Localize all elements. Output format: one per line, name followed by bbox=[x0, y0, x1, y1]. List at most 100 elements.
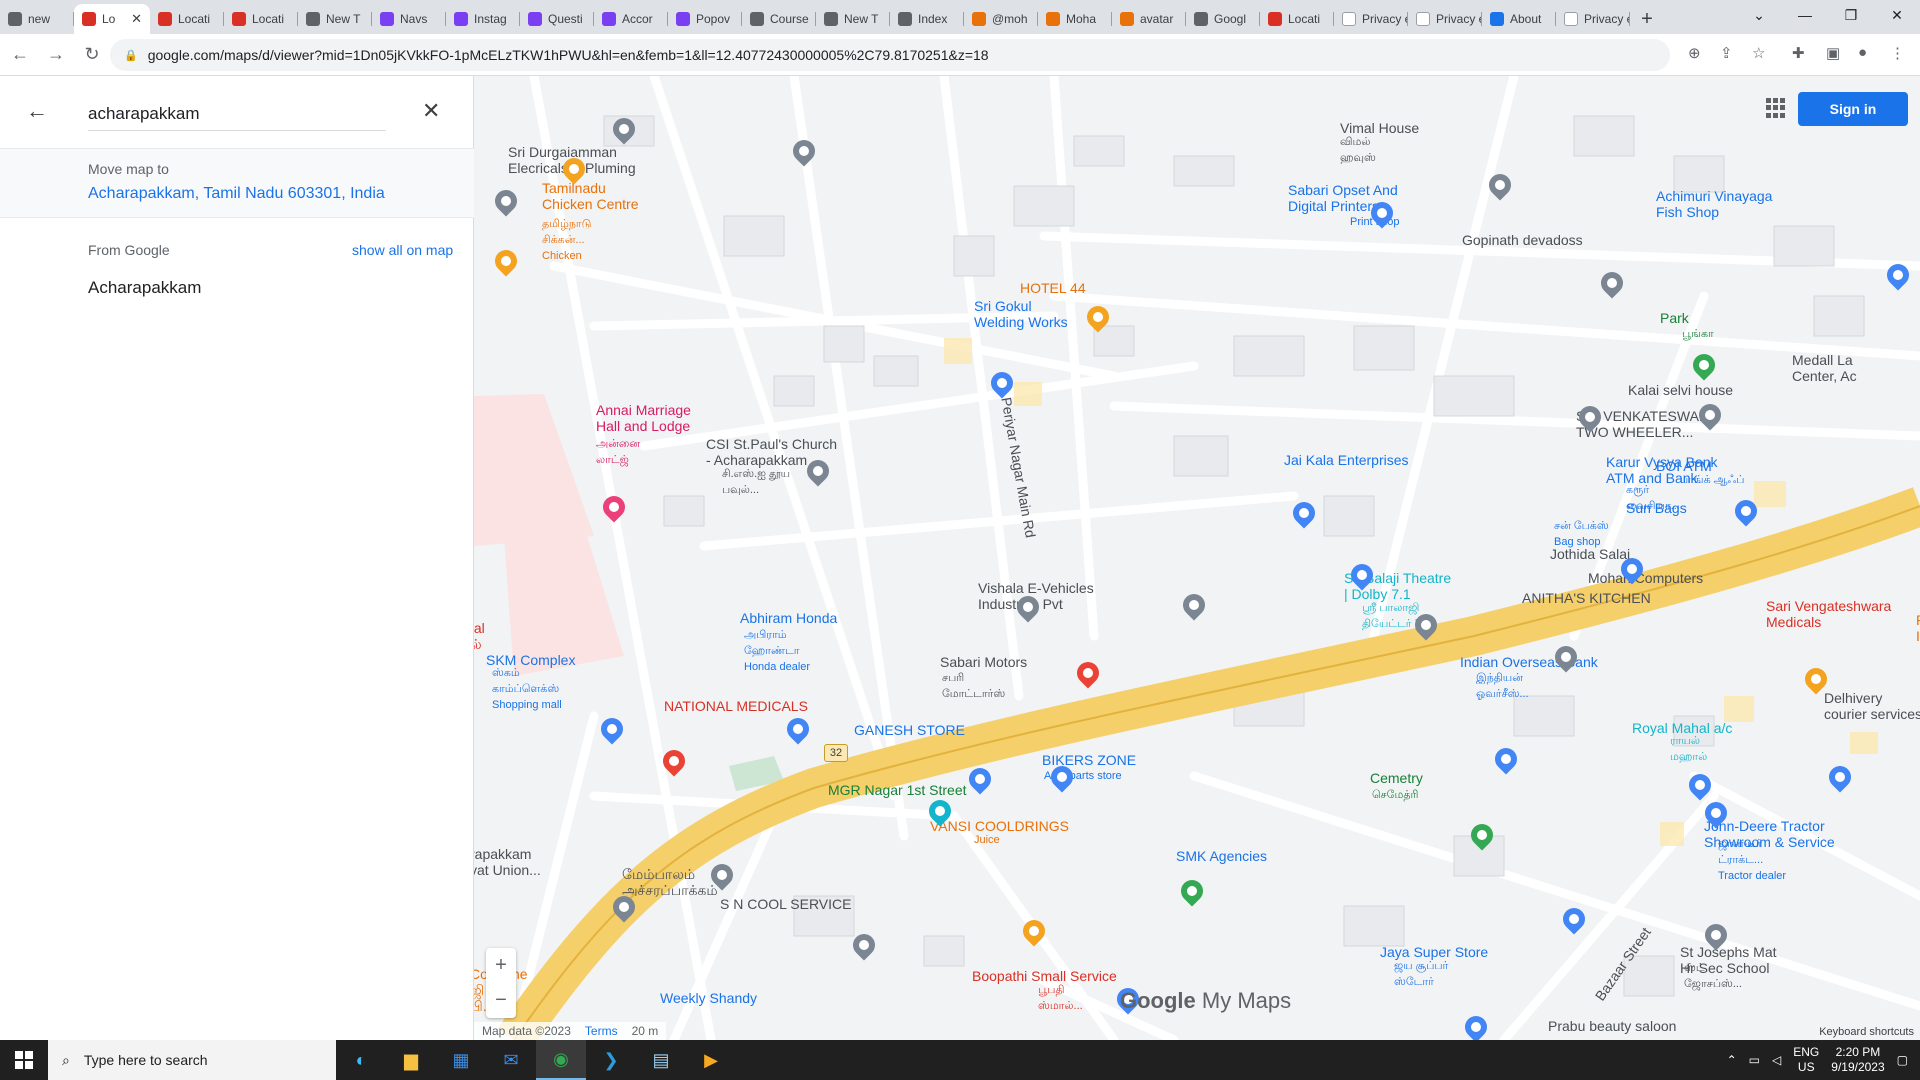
map-place-label[interactable]: ஸ்ட் ஜோசப்ஸ்... bbox=[1684, 960, 1742, 992]
edge-icon[interactable]: ◐ bbox=[336, 1040, 386, 1080]
map-place-label[interactable]: NATIONAL MEDICALS bbox=[664, 698, 808, 714]
taskbar-search-input[interactable]: ⌕ Type here to search bbox=[48, 1040, 336, 1080]
url-text[interactable]: google.com/maps/d/viewer?mid=1Dn05jKVkkF… bbox=[148, 47, 989, 63]
map-canvas[interactable]: Sri Durgaiamman Elecricals & PlumingTami… bbox=[474, 76, 1920, 1040]
browser-tab[interactable]: Accor bbox=[594, 4, 668, 34]
minimize-button[interactable]: — bbox=[1782, 0, 1828, 30]
map-place-label[interactable]: Prabu beauty saloon bbox=[1548, 1018, 1676, 1034]
taskbar-clock[interactable]: 2:20 PM 9/19/2023 bbox=[1831, 1045, 1884, 1075]
browser-tab[interactable]: Questi bbox=[520, 4, 594, 34]
chrome-icon[interactable]: ◉ bbox=[536, 1040, 586, 1080]
tray-chevron-icon[interactable]: ⌃ bbox=[1727, 1053, 1737, 1067]
map-place-label[interactable]: செமேத்ரி bbox=[1372, 787, 1418, 803]
back-arrow-icon[interactable]: ← bbox=[26, 98, 48, 124]
bookmark-star-icon[interactable]: ☆ bbox=[1752, 44, 1765, 62]
keyboard-shortcuts-link[interactable]: Keyboard shortcuts bbox=[1819, 1026, 1914, 1038]
menu-icon[interactable]: ⋮ bbox=[1890, 44, 1905, 62]
map-place-label[interactable]: rapakkam vat Union... bbox=[474, 846, 541, 878]
map-place-label[interactable]: மேம்பாலம் அச்சரப்பாக்கம் bbox=[622, 866, 718, 898]
map-place-label[interactable]: Weekly Shandy bbox=[660, 990, 757, 1006]
map-place-label[interactable]: Sabari Motors bbox=[940, 654, 1027, 670]
apps-grid-icon[interactable] bbox=[1766, 98, 1786, 118]
language-indicator[interactable]: ENG US bbox=[1793, 1045, 1819, 1075]
browser-tab[interactable]: New T bbox=[298, 4, 372, 34]
file-explorer-icon[interactable]: ▆ bbox=[386, 1040, 436, 1080]
browser-tab[interactable]: Course bbox=[742, 4, 816, 34]
browser-tab[interactable]: Popov bbox=[668, 4, 742, 34]
browser-tab[interactable]: Lo ✕ bbox=[74, 4, 150, 34]
store-icon[interactable]: ▦ bbox=[436, 1040, 486, 1080]
browser-tab[interactable]: Privacy err bbox=[1556, 4, 1630, 34]
map-place-label[interactable]: Abhiram Honda bbox=[740, 610, 837, 626]
tab-close-icon[interactable]: ✕ bbox=[131, 11, 142, 27]
map-place-label[interactable]: Achimuri Vinayaga Fish Shop bbox=[1656, 188, 1772, 220]
map-place-label[interactable]: Delhivery courier services bbox=[1824, 690, 1920, 722]
reload-icon[interactable]: ↻ bbox=[76, 39, 108, 71]
sign-in-button[interactable]: Sign in bbox=[1798, 92, 1908, 126]
map-place-label[interactable]: சி.எஸ்.ஐ தூய பவுல்... bbox=[722, 466, 790, 498]
map-place-label[interactable]: Jai Kala Enterprises bbox=[1284, 452, 1409, 468]
move-map-box[interactable]: Move map to Acharapakkam, Tamil Nadu 603… bbox=[0, 148, 474, 218]
map-place-label[interactable]: Park bbox=[1660, 310, 1689, 326]
search-input[interactable]: acharapakkam bbox=[88, 104, 386, 131]
map-place-label[interactable]: Mohan Computers bbox=[1588, 570, 1703, 586]
browser-tab[interactable]: new bbox=[0, 4, 74, 34]
browser-tab[interactable]: Instag bbox=[446, 4, 520, 34]
map-place-label[interactable]: Sri Gokul Welding Works bbox=[974, 298, 1068, 330]
browser-tab[interactable]: Privacy err bbox=[1408, 4, 1482, 34]
windows-start-icon[interactable] bbox=[0, 1040, 48, 1080]
map-place-label[interactable]: தமிழ்நாடு சிக்கன்... Chicken bbox=[542, 216, 591, 264]
media-player-icon[interactable]: ▶ bbox=[686, 1040, 736, 1080]
map-place-label[interactable]: Cemetry bbox=[1370, 770, 1423, 786]
map-place-label[interactable]: ராயல் மஹால் bbox=[1670, 733, 1707, 765]
browser-tab[interactable]: Privacy err bbox=[1334, 4, 1408, 34]
browser-tab[interactable]: About bbox=[1482, 4, 1556, 34]
browser-tab[interactable]: Locati bbox=[224, 4, 298, 34]
browser-tab[interactable]: Locati bbox=[150, 4, 224, 34]
browser-tab[interactable]: Index bbox=[890, 4, 964, 34]
map-place-label[interactable]: Kalai selvi house bbox=[1628, 382, 1733, 398]
map-place-label[interactable]: ஜய சூப்பர் ஸ்டோர் bbox=[1394, 958, 1448, 990]
back-icon[interactable]: ← bbox=[4, 39, 36, 71]
map-place-label[interactable]: Sari Vengateshwara Medicals bbox=[1766, 598, 1891, 630]
forward-icon[interactable]: → bbox=[40, 39, 72, 71]
volume-icon[interactable]: ◁ bbox=[1772, 1053, 1781, 1067]
network-icon[interactable]: ▭ bbox=[1749, 1053, 1760, 1067]
side-panel-icon[interactable]: ▣ bbox=[1826, 44, 1840, 62]
browser-tab[interactable]: Navs bbox=[372, 4, 446, 34]
browser-tab[interactable]: Googl bbox=[1186, 4, 1260, 34]
map-place-label[interactable]: அபிராம் ஹோண்டா Honda dealer bbox=[744, 627, 810, 675]
map-place-label[interactable]: இந்தியன் ஓவர்சீஸ்... bbox=[1476, 670, 1529, 702]
map-place-label[interactable]: HOTEL 44 bbox=[1020, 280, 1086, 296]
mail-icon[interactable]: ✉ bbox=[486, 1040, 536, 1080]
map-place-label[interactable]: Jothida Salai bbox=[1550, 546, 1630, 562]
vscode-icon[interactable]: ❯ bbox=[586, 1040, 636, 1080]
map-place-label[interactable]: Juice bbox=[974, 832, 1000, 848]
map-place-label[interactable]: சபரி மோட்டார்ஸ் bbox=[942, 670, 1005, 702]
map-place-label[interactable]: Gopinath devadoss bbox=[1462, 232, 1583, 248]
map-place-label[interactable]: பூங்கா bbox=[1682, 326, 1714, 342]
new-tab-button[interactable]: + bbox=[1630, 4, 1664, 34]
map-place-label[interactable]: GANESH STORE bbox=[854, 722, 965, 738]
zoom-in-button[interactable]: + bbox=[495, 954, 507, 977]
terms-link[interactable]: Terms bbox=[585, 1024, 618, 1038]
map-place-label[interactable]: Sun Bags bbox=[1626, 500, 1687, 516]
map-place-label[interactable]: Medall La Center, Ac bbox=[1792, 352, 1857, 384]
extensions-icon[interactable]: ✚ bbox=[1792, 44, 1805, 62]
tab-search-button[interactable]: ⌄ bbox=[1736, 0, 1782, 30]
move-map-link[interactable]: Acharapakkam, Tamil Nadu 603301, India bbox=[88, 185, 385, 203]
map-place-label[interactable]: Annai Marriage Hall and Lodge bbox=[596, 402, 691, 434]
show-all-link[interactable]: show all on map bbox=[352, 242, 453, 258]
maximize-button[interactable]: ❐ bbox=[1828, 0, 1874, 30]
map-place-label[interactable]: tal ல் bbox=[474, 620, 485, 652]
notifications-icon[interactable]: ▢ bbox=[1897, 1053, 1908, 1067]
browser-tab[interactable]: avatar bbox=[1112, 4, 1186, 34]
browser-tab[interactable]: New T bbox=[816, 4, 890, 34]
notepad-icon[interactable]: ▤ bbox=[636, 1040, 686, 1080]
browser-tab[interactable]: Locati bbox=[1260, 4, 1334, 34]
map-place-label[interactable]: BIKERS ZONE bbox=[1042, 752, 1136, 768]
zoom-out-button[interactable]: − bbox=[495, 989, 507, 1012]
share-icon[interactable]: ⇪ bbox=[1720, 44, 1733, 62]
map-place-label[interactable]: விமல் ஹவுஸ் bbox=[1340, 134, 1376, 166]
address-bar[interactable]: 🔒 google.com/maps/d/viewer?mid=1Dn05jKVk… bbox=[110, 39, 1670, 71]
